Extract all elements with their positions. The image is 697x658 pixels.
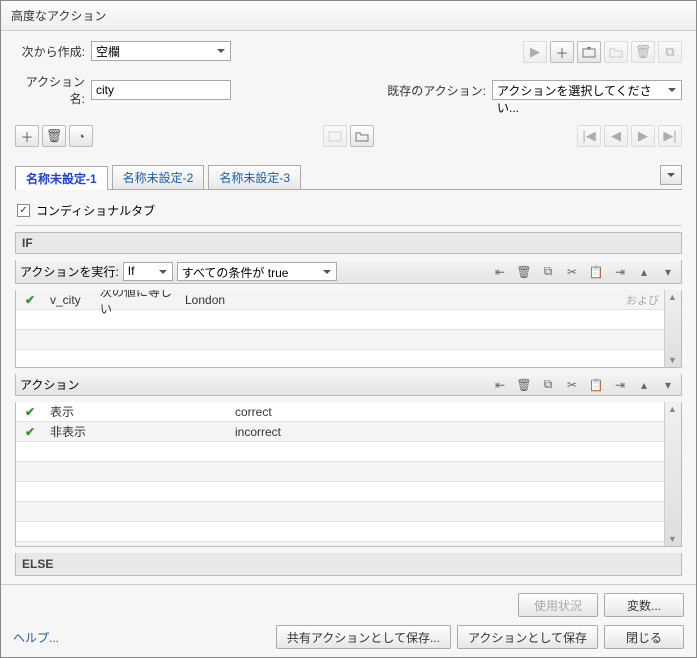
paste-icon[interactable]: 📋: [587, 264, 605, 280]
variables-button[interactable]: 変数...: [604, 593, 684, 617]
condition-row[interactable]: ✔ v_city 次の値に等しい London: [16, 290, 681, 310]
tab-1[interactable]: 名称未設定-1: [15, 166, 108, 190]
copy2-icon[interactable]: ⧉: [539, 264, 557, 280]
action-header-label: アクション: [20, 376, 79, 393]
check-icon: ✔: [16, 405, 44, 419]
action-name-label: アクション名:: [15, 73, 85, 107]
tab-3[interactable]: 名称未設定-3: [208, 165, 301, 189]
indent-icon[interactable]: ⇤: [491, 264, 509, 280]
if-header: IF: [15, 232, 682, 254]
prev-icon[interactable]: ◀: [604, 125, 628, 147]
copy-icon[interactable]: ⧉: [658, 41, 682, 63]
scrollbar[interactable]: [664, 290, 681, 367]
cut2-icon[interactable]: ✂: [563, 377, 581, 393]
cond-field: v_city: [44, 293, 94, 307]
help-link[interactable]: ヘルプ...: [13, 629, 59, 646]
first-icon[interactable]: |◀: [577, 125, 601, 147]
cond-value: London: [179, 293, 231, 307]
usage-button[interactable]: 使用状況: [518, 593, 598, 617]
indent2-icon[interactable]: ⇤: [491, 377, 509, 393]
next-icon[interactable]: ▶: [631, 125, 655, 147]
outdent-icon[interactable]: ⇥: [611, 264, 629, 280]
tab-bar: 名称未設定-1 名称未設定-2 名称未設定-3: [15, 165, 682, 190]
scrollbar[interactable]: [664, 402, 681, 546]
exec-action-select[interactable]: If: [123, 262, 173, 281]
check-icon: ✔: [16, 425, 44, 439]
action-target: correct: [229, 405, 278, 419]
folder-icon[interactable]: [604, 41, 628, 63]
preview-icon[interactable]: [323, 125, 347, 147]
up2-icon[interactable]: ▴: [635, 377, 653, 393]
check-icon: ✔: [16, 293, 44, 307]
tab-dropdown[interactable]: [660, 165, 682, 185]
outdent2-icon[interactable]: ⇥: [611, 377, 629, 393]
action-row[interactable]: ✔ 表示 correct: [16, 402, 681, 422]
create-from-label: 次から作成:: [15, 43, 85, 60]
down2-icon[interactable]: ▾: [659, 377, 677, 393]
exec-action-label: アクションを実行:: [20, 263, 119, 280]
main-content: 次から作成: 空欄 ▶ ＋ 🗑 ⧉ アクション名: 既存のアクション: アクショ…: [1, 31, 696, 584]
actions-grid: ✔ 表示 correct ✔ 非表示 incorrect: [15, 402, 682, 547]
and-or-label: および: [626, 292, 659, 308]
conditional-checkbox[interactable]: ✓: [17, 204, 30, 217]
action-target: incorrect: [229, 425, 287, 439]
import-icon[interactable]: [577, 41, 601, 63]
action-row[interactable]: ✔ 非表示 incorrect: [16, 422, 681, 442]
copy3-icon[interactable]: ⧉: [539, 377, 557, 393]
cond-mode-select[interactable]: すべての条件が true: [177, 262, 337, 281]
close-button[interactable]: 閉じる: [604, 625, 684, 649]
cut-icon[interactable]: ✂: [563, 264, 581, 280]
play-icon[interactable]: ▶: [523, 41, 547, 63]
add-icon[interactable]: ＋: [550, 41, 574, 63]
cond-op: 次の値に等しい: [94, 290, 179, 317]
action-type: 表示: [44, 403, 229, 420]
conditional-label: コンディショナルタブ: [36, 202, 155, 219]
conditions-grid: および ✔ v_city 次の値に等しい London: [15, 290, 682, 368]
delete-icon[interactable]: 🗑: [631, 41, 655, 63]
save-action-button[interactable]: アクションとして保存: [457, 625, 598, 649]
window-title: 高度なアクション: [1, 1, 696, 31]
trash3-icon[interactable]: 🗑: [515, 377, 533, 393]
action-section-header: アクション ⇤ 🗑 ⧉ ✂ 📋 ⇥ ▴ ▾: [15, 374, 682, 396]
tab-2[interactable]: 名称未設定-2: [112, 165, 205, 189]
folder2-icon[interactable]: [350, 125, 374, 147]
footer: 使用状況 変数... ヘルプ... 共有アクションとして保存... アクションと…: [1, 584, 696, 657]
up-icon[interactable]: ▴: [635, 264, 653, 280]
paste2-icon[interactable]: 📋: [587, 377, 605, 393]
trash-button[interactable]: 🗑: [42, 125, 66, 147]
else-header: ELSE: [15, 553, 682, 576]
condition-toolbar: アクションを実行: If すべての条件が true ⇤ 🗑 ⧉ ✂ 📋 ⇥ ▴ …: [15, 260, 682, 284]
existing-action-select[interactable]: アクションを選択してください...: [492, 80, 682, 100]
add-button[interactable]: ＋: [15, 125, 39, 147]
duplicate-button[interactable]: ◔: [69, 125, 93, 147]
last-icon[interactable]: ▶|: [658, 125, 682, 147]
top-icon-group: ▶ ＋ 🗑 ⧉: [523, 41, 682, 63]
save-shared-button[interactable]: 共有アクションとして保存...: [276, 625, 451, 649]
action-type: 非表示: [44, 423, 229, 440]
action-name-input[interactable]: [91, 80, 231, 100]
trash2-icon[interactable]: 🗑: [515, 264, 533, 280]
existing-action-label: 既存のアクション:: [387, 82, 486, 99]
down-icon[interactable]: ▾: [659, 264, 677, 280]
create-from-select[interactable]: 空欄: [91, 41, 231, 61]
